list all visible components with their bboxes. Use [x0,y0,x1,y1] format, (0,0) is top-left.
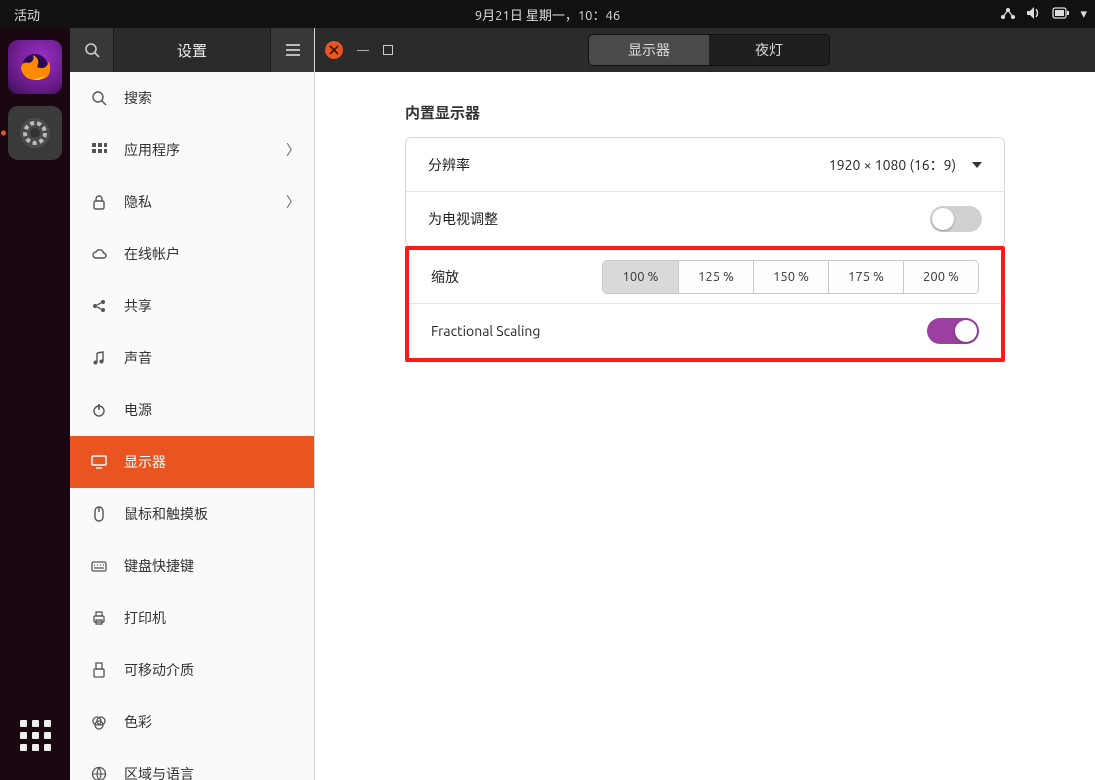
fractional-scaling-label: Fractional Scaling [431,323,927,339]
sidebar-search-button[interactable] [70,28,114,72]
sidebar-item-label: 搜索 [124,88,152,108]
scale-option-175[interactable]: 175 % [828,261,903,293]
keyboard-icon [88,558,110,574]
dock-firefox[interactable] [8,40,62,94]
tv-adjust-toggle[interactable] [930,206,982,232]
sidebar-item-label: 在线帐户 [124,244,180,264]
chevron-down-icon [972,162,982,168]
sidebar-item-label: 应用程序 [124,140,180,160]
sidebar-item-label: 鼠标和触摸板 [124,504,208,524]
sidebar-item-removable[interactable]: 可移动介质 [70,644,314,696]
row-tv-adjust: 为电视调整 [406,192,1004,246]
sidebar-item-power[interactable]: 电源 [70,384,314,436]
tab-switcher: 显示器 夜灯 [588,34,830,66]
sidebar-item-label: 电源 [124,400,152,420]
music-icon [88,350,110,366]
row-scale: 缩放 100 %125 %150 %175 %200 % [409,250,1001,304]
section-title: 内置显示器 [405,102,1005,123]
resolution-label: 分辨率 [428,155,829,175]
sidebar-item-label: 声音 [124,348,152,368]
top-bar: 活动 9月21日 星期一，10：46 ▾ [0,0,1095,28]
sidebar-item-display[interactable]: 显示器 [70,436,314,488]
chevron-down-icon[interactable]: ▾ [1080,7,1087,22]
row-resolution[interactable]: 分辨率 1920 × 1080 (16：9) [406,138,1004,192]
sidebar-header: 设置 [70,28,314,72]
settings-window: 设置 搜索应用程序〉隐私〉在线帐户共享声音电源显示器鼠标和触摸板键盘快捷键打印机… [70,28,1095,780]
cloud-icon [88,246,110,262]
content-pane: — 显示器 夜灯 内置显示器 分辨率 1920 × 1080 (16：9) [315,28,1095,780]
volume-icon[interactable] [1026,6,1042,23]
sidebar-item-mouse[interactable]: 鼠标和触摸板 [70,488,314,540]
scale-option-125[interactable]: 125 % [678,261,753,293]
color-icon [88,714,110,730]
apps-icon [88,142,110,158]
sidebar-item-label: 色彩 [124,712,152,732]
network-icon[interactable] [1000,6,1016,23]
sidebar-item-label: 打印机 [124,608,166,628]
sidebar-item-apps[interactable]: 应用程序 〉 [70,124,314,176]
sidebar-item-color[interactable]: 色彩 [70,696,314,748]
resolution-text: 1920 × 1080 (16：9) [829,155,956,175]
sidebar-item-label: 共享 [124,296,152,316]
window-maximize-button[interactable] [383,45,393,55]
fractional-scaling-toggle[interactable] [927,318,979,344]
battery-icon[interactable] [1052,7,1070,22]
search-icon [88,90,110,106]
sidebar-item-globe[interactable]: 区域与语言 [70,748,314,780]
sidebar-item-label: 显示器 [124,452,166,472]
scale-label: 缩放 [431,267,602,287]
dock [0,28,70,780]
resolution-value[interactable]: 1920 × 1080 (16：9) [829,155,982,175]
mouse-icon [88,506,110,522]
sidebar-hamburger-button[interactable] [270,28,314,72]
power-icon [88,402,110,418]
highlight-box: 缩放 100 %125 %150 %175 %200 % Fractional … [405,246,1005,362]
window-close-button[interactable] [325,41,343,59]
globe-icon [88,766,110,780]
sidebar-item-label: 可移动介质 [124,660,194,680]
sidebar-item-lock[interactable]: 隐私 〉 [70,176,314,228]
display-settings-panel: 分辨率 1920 × 1080 (16：9) 为电视调整 [405,137,1005,247]
scale-option-200[interactable]: 200 % [903,261,978,293]
activities-button[interactable]: 活动 [0,5,54,24]
removable-icon [88,662,110,678]
sidebar-item-keyboard[interactable]: 键盘快捷键 [70,540,314,592]
dock-settings[interactable] [8,106,62,160]
display-icon [88,454,110,470]
row-fractional-scaling: Fractional Scaling [409,304,1001,358]
content-body: 内置显示器 分辨率 1920 × 1080 (16：9) 为电视调整 缩放 [315,72,1095,780]
scale-option-150[interactable]: 150 % [753,261,828,293]
sidebar-item-label: 键盘快捷键 [124,556,194,576]
sidebar-item-printer[interactable]: 打印机 [70,592,314,644]
scale-option-100[interactable]: 100 % [603,261,678,293]
sidebar-list: 搜索应用程序〉隐私〉在线帐户共享声音电源显示器鼠标和触摸板键盘快捷键打印机可移动… [70,72,314,780]
tv-adjust-label: 为电视调整 [428,209,930,229]
system-tray[interactable]: ▾ [1000,6,1087,23]
hamburger-icon [285,43,301,57]
tab-display[interactable]: 显示器 [589,35,709,65]
sidebar-title: 设置 [114,40,270,61]
close-icon [329,45,339,55]
chevron-right-icon: 〉 [286,192,300,212]
search-icon [84,42,100,58]
scale-button-group: 100 %125 %150 %175 %200 % [602,260,979,294]
sidebar-item-music[interactable]: 声音 [70,332,314,384]
clock[interactable]: 9月21日 星期一，10：46 [475,5,620,24]
sidebar-item-label: 隐私 [124,192,152,212]
window-minimize-button[interactable]: — [357,44,369,57]
dock-show-apps[interactable] [8,708,62,762]
sidebar-item-share[interactable]: 共享 [70,280,314,332]
lock-icon [88,194,110,210]
content-header: — 显示器 夜灯 [315,28,1095,72]
printer-icon [88,610,110,626]
share-icon [88,298,110,314]
chevron-right-icon: 〉 [286,140,300,160]
tab-nightlight[interactable]: 夜灯 [709,35,829,65]
sidebar-item-cloud[interactable]: 在线帐户 [70,228,314,280]
sidebar-item-label: 区域与语言 [124,764,194,780]
sidebar-item-search[interactable]: 搜索 [70,72,314,124]
settings-sidebar: 设置 搜索应用程序〉隐私〉在线帐户共享声音电源显示器鼠标和触摸板键盘快捷键打印机… [70,28,315,780]
